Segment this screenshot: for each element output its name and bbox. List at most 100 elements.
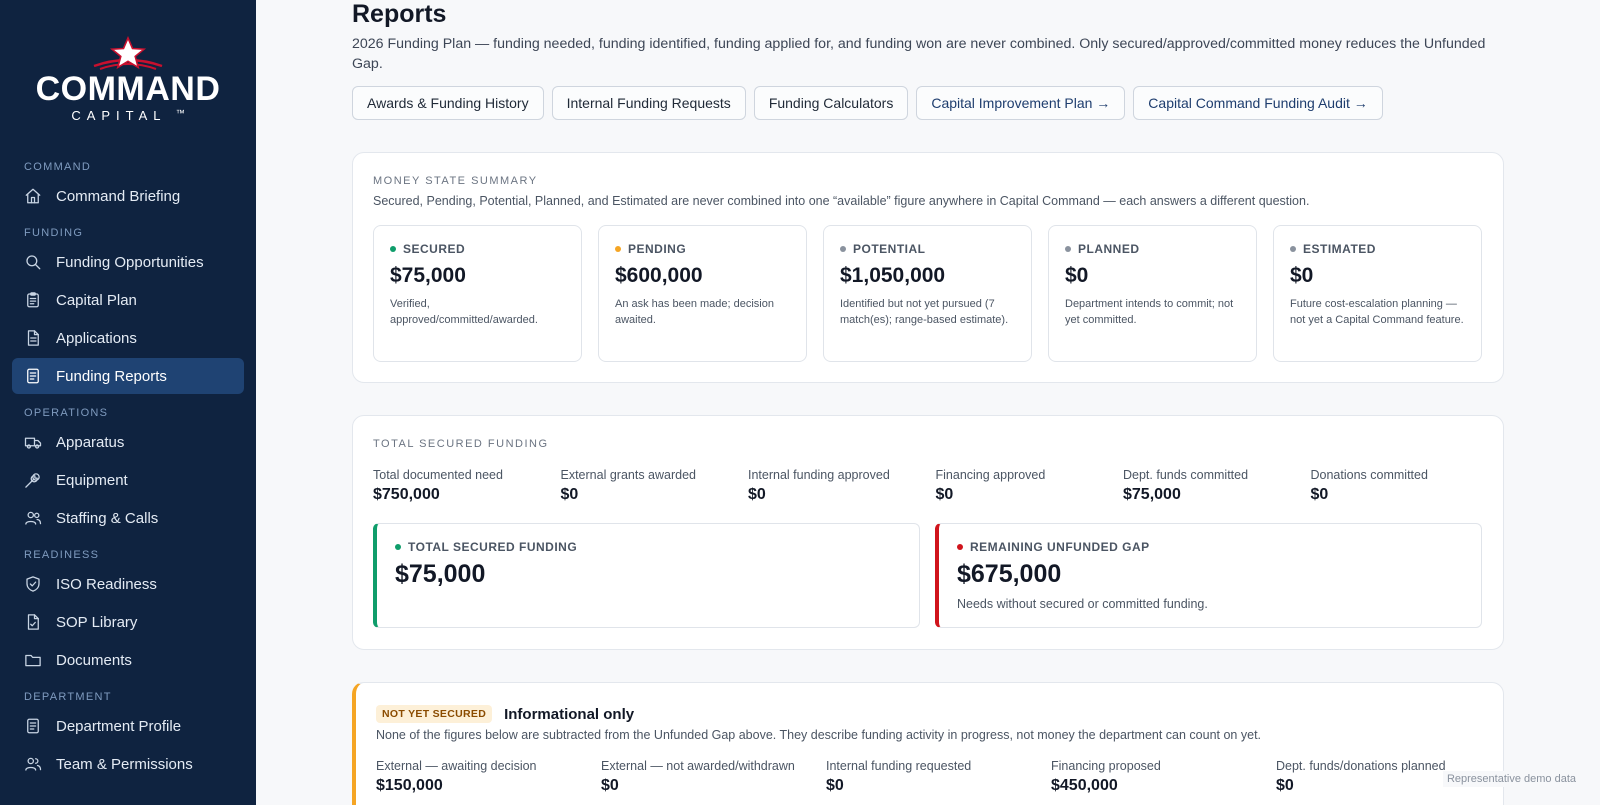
status-dot — [1290, 246, 1296, 252]
sidebar-item-command-briefing[interactable]: Command Briefing — [12, 178, 244, 214]
metric-label: Donations committed — [1310, 468, 1428, 482]
document-check-icon — [24, 613, 42, 631]
sidebar-item-iso-readiness[interactable]: ISO Readiness — [12, 566, 244, 602]
sidebar-item-documents[interactable]: Documents — [12, 642, 244, 678]
home-icon — [24, 187, 42, 205]
section-label: MONEY STATE SUMMARY — [373, 175, 538, 187]
metric-value: $450,000 — [1051, 777, 1118, 794]
sidebar-item-label: Capital Plan — [56, 291, 137, 309]
metric-value: $0 — [748, 486, 766, 503]
section-subtitle: Secured, Pending, Potential, Planned, an… — [373, 194, 1310, 208]
sidebar-item-label: Department Profile — [56, 717, 182, 735]
metric: Dept. funds committed $75,000 — [1123, 468, 1311, 504]
metric-label: Internal funding approved — [748, 468, 890, 482]
metric: External grants awarded $0 — [561, 468, 749, 504]
pending-metrics-row: External — awaiting decision $150,000 Ext… — [376, 759, 1501, 795]
money-state-label: ESTIMATED — [1303, 242, 1376, 256]
sidebar-item-label: Applications — [56, 329, 137, 347]
sidebar-item-department-profile[interactable]: Department Profile — [12, 708, 244, 744]
metric-value: $750,000 — [373, 486, 440, 503]
report-icon — [24, 367, 42, 385]
sidebar-item-staffing-calls[interactable]: Staffing & Calls — [12, 500, 244, 536]
sidebar-item-label: Command Briefing — [56, 187, 181, 205]
money-state-label: POTENTIAL — [853, 242, 926, 256]
sidebar-nav: COMMAND Command Briefing FUNDING Funding… — [12, 156, 244, 784]
demo-data-note: Representative demo data — [1442, 771, 1580, 787]
internal-funding-requests-button[interactable]: Internal Funding Requests — [551, 86, 746, 120]
money-state-potential: POTENTIAL $1,050,000 Identified but not … — [823, 225, 1032, 362]
shield-check-icon — [24, 575, 42, 593]
status-dot — [1065, 246, 1071, 252]
sidebar-item-team-permissions[interactable]: Team & Permissions — [12, 746, 244, 782]
sidebar-item-label: ISO Readiness — [56, 575, 157, 593]
capital-improvement-plan-link[interactable]: Capital Improvement Plan → — [916, 86, 1126, 120]
money-state-value: $1,050,000 — [840, 264, 946, 287]
money-state-estimated: ESTIMATED $0 Future cost-escalation plan… — [1273, 225, 1482, 362]
money-state-secured: SECURED $75,000 Verified, approved/commi… — [373, 225, 582, 362]
money-state-summary-card: MONEY STATE SUMMARY Secured, Pending, Po… — [352, 152, 1504, 383]
money-state-pending: PENDING $600,000 An ask has been made; d… — [598, 225, 807, 362]
metric-label: External — awaiting decision — [376, 759, 537, 773]
money-state-value: $0 — [1065, 264, 1089, 287]
nav-section-department: DEPARTMENT — [24, 691, 112, 703]
money-state-desc: Department intends to commit; not yet co… — [1065, 298, 1234, 326]
sidebar-item-sop-library[interactable]: SOP Library — [12, 604, 244, 640]
total-secured-box: TOTAL SECURED FUNDING $75,000 — [373, 523, 920, 628]
unfunded-gap-value: $675,000 — [957, 560, 1062, 588]
metric-label: Financing approved — [935, 468, 1046, 482]
money-state-label: PLANNED — [1078, 242, 1140, 256]
metric: Internal funding requested $0 — [826, 759, 1051, 795]
money-state-label: SECURED — [403, 242, 466, 256]
team-icon — [24, 755, 42, 773]
secured-metrics-row: Total documented need $750,000 External g… — [373, 468, 1498, 504]
unfunded-gap-label: REMAINING UNFUNDED GAP — [970, 540, 1150, 554]
metric: External — awaiting decision $150,000 — [376, 759, 601, 795]
nav-section-funding: FUNDING — [24, 227, 84, 239]
search-icon — [24, 253, 42, 271]
sidebar-item-applications[interactable]: Applications — [12, 320, 244, 356]
funding-audit-link[interactable]: Capital Command Funding Audit → — [1133, 86, 1383, 120]
truck-icon — [24, 433, 42, 451]
nav-section-command: COMMAND — [24, 161, 92, 173]
sidebar-item-label: Staffing & Calls — [56, 509, 159, 527]
sidebar-item-apparatus[interactable]: Apparatus — [12, 424, 244, 460]
awards-history-button[interactable]: Awards & Funding History — [352, 86, 544, 120]
status-badge: NOT YET SECURED — [376, 705, 493, 723]
status-dot — [615, 246, 621, 252]
metric-label: External grants awarded — [560, 468, 697, 482]
metric: External — not awarded/withdrawn $0 — [601, 759, 826, 795]
total-secured-funding-card: TOTAL SECURED FUNDING Total documented n… — [352, 415, 1504, 650]
money-state-desc: Identified but not yet pursued (7 match(… — [840, 298, 1009, 326]
metric-value: $0 — [601, 777, 619, 794]
section-title: Informational only — [504, 705, 635, 723]
sidebar-item-label: Team & Permissions — [56, 755, 193, 773]
section-subtitle: None of the figures below are subtracted… — [376, 728, 1262, 742]
sidebar-item-label: Funding Opportunities — [56, 253, 204, 271]
metric-label: Total documented need — [373, 468, 503, 482]
brand-sub: CAPITAL ™ — [71, 108, 185, 123]
unfunded-gap-box: REMAINING UNFUNDED GAP $675,000 Needs wi… — [935, 523, 1482, 628]
metric-label: Dept. funds committed — [1123, 468, 1249, 482]
brand-name: COMMAND — [35, 70, 221, 108]
metric: Donations committed $0 — [1311, 468, 1499, 504]
folder-icon — [24, 651, 42, 669]
sidebar-item-capital-plan[interactable]: Capital Plan — [12, 282, 244, 318]
sidebar-item-funding-reports[interactable]: Funding Reports — [12, 358, 244, 394]
sidebar-item-label: Funding Reports — [56, 367, 167, 385]
sidebar-item-funding-opportunities[interactable]: Funding Opportunities — [12, 244, 244, 280]
status-dot — [390, 246, 396, 252]
status-dot — [957, 544, 963, 550]
sidebar-item-equipment[interactable]: Equipment — [12, 462, 244, 498]
users-icon — [24, 509, 42, 527]
main-content: Reports 2026 Funding Plan — funding need… — [256, 0, 1600, 805]
metric-value: $0 — [560, 486, 579, 503]
funding-calculators-button[interactable]: Funding Calculators — [753, 86, 909, 120]
file-icon — [24, 329, 42, 347]
money-state-planned: PLANNED $0 Department intends to commit;… — [1048, 225, 1257, 362]
sidebar: COMMAND CAPITAL ™ COMMAND Command Briefi… — [0, 0, 256, 805]
total-secured-value: $75,000 — [395, 560, 486, 588]
money-state-value: $600,000 — [615, 264, 703, 287]
total-secured-label: TOTAL SECURED FUNDING — [408, 540, 578, 554]
nav-section-operations: OPERATIONS — [24, 407, 109, 419]
brand-logo[interactable]: COMMAND CAPITAL ™ — [0, 36, 256, 123]
